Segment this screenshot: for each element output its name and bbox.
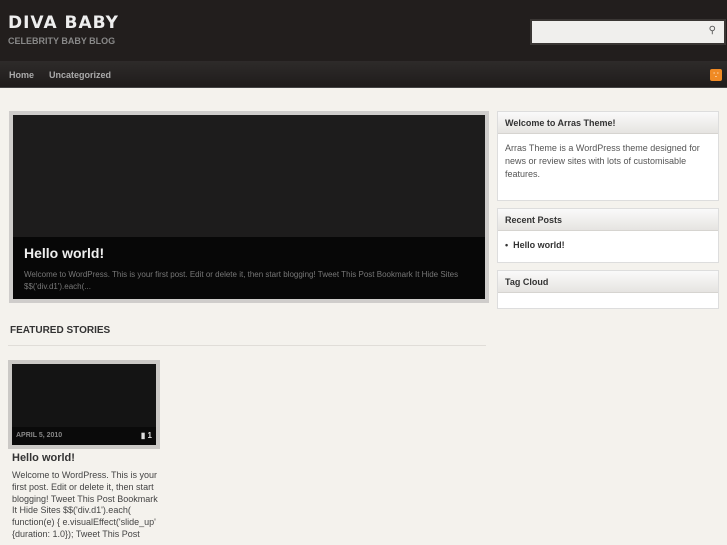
comment-count-value: 1 [147,431,152,440]
widget-title: Recent Posts [498,209,718,231]
rss-icon[interactable]: ∵ [710,69,722,81]
slide-excerpt: Welcome to WordPress. This is your first… [24,270,459,291]
widget-welcome: Welcome to Arras Theme! Arras Theme is a… [497,111,719,201]
post-thumbnail[interactable]: APRIL 5, 2010 ▮ 1 [8,360,160,449]
nav-home[interactable]: Home [9,70,34,80]
nav-uncategorized[interactable]: Uncategorized [49,70,111,80]
widget-tag-cloud: Tag Cloud [497,270,719,309]
thumbnail-meta: APRIL 5, 2010 ▮ 1 [12,427,156,445]
search-box: ⚲ [530,19,726,45]
thumbnail-image: APRIL 5, 2010 ▮ 1 [12,364,156,445]
slide-title[interactable]: Hello world! [24,245,474,261]
comment-icon: ▮ [140,431,146,440]
post-excerpt: Welcome to WordPress. This is your first… [12,470,158,539]
featured-slideshow[interactable]: Hello world! Welcome to WordPress. This … [9,111,489,303]
widget-body: Arras Theme is a WordPress theme designe… [505,143,700,179]
widget-title: Welcome to Arras Theme! [498,112,718,134]
divider [8,345,486,346]
featured-heading: FEATURED STORIES [10,325,111,336]
widget-recent-posts: Recent Posts • Hello world! [497,208,719,263]
post-date: APRIL 5, 2010 [16,432,63,439]
recent-post-link[interactable]: Hello world! [513,240,565,250]
slide-image: Hello world! Welcome to WordPress. This … [13,115,485,299]
post-title[interactable]: Hello world! [12,452,75,464]
site-title[interactable]: DIVA BABY [8,13,119,33]
widget-title: Tag Cloud [498,271,718,293]
search-icon[interactable]: ⚲ [709,25,716,36]
site-header: DIVA BABY CELEBRITY BABY BLOG ⚲ [0,0,727,61]
comment-count[interactable]: ▮ 1 [141,431,152,440]
slide-caption: Hello world! Welcome to WordPress. This … [13,237,485,299]
search-input[interactable] [532,21,724,43]
recent-post-item[interactable]: • Hello world! [498,231,718,260]
main-nav: Home Uncategorized [0,61,727,88]
site-tagline: CELEBRITY BABY BLOG [8,36,116,46]
